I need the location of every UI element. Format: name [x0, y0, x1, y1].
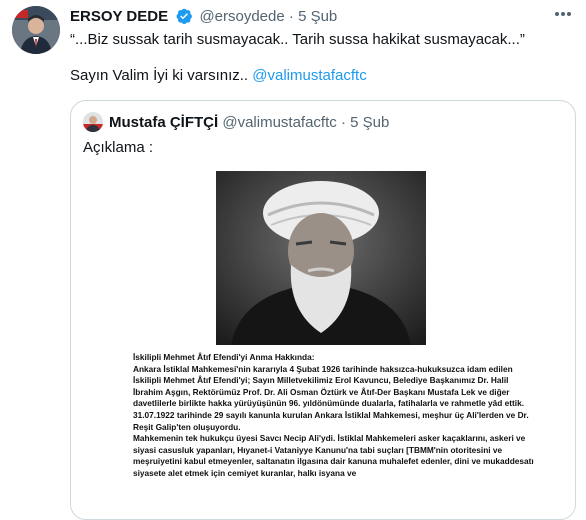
portrait-photo	[216, 171, 426, 345]
quoted-author-name[interactable]: Mustafa ÇİFTÇİ	[109, 114, 218, 131]
author-avatar[interactable]	[12, 6, 60, 54]
quoted-header-separator: ·	[340, 114, 346, 131]
tweet-header: ERSOY DEDE @ersoydede · 5 Şub	[70, 7, 337, 27]
tweet[interactable]: ERSOY DEDE @ersoydede · 5 Şub “...Biz su…	[0, 0, 586, 520]
tweet-text-line-2: Sayın Valim İyi ki varsınız.. @valimusta…	[70, 66, 367, 86]
document-title: İskilipli Mehmet Âtıf Efendi'yi Anma Hak…	[133, 352, 315, 362]
tweet-text-line-1: “...Biz sussak tarih susmayacak.. Tarih …	[70, 31, 525, 48]
quoted-document-image[interactable]: İskilipli Mehmet Âtıf Efendi'yi Anma Hak…	[121, 171, 541, 519]
verified-badge-icon	[175, 7, 193, 25]
quoted-tweet-date[interactable]: 5 Şub	[350, 114, 389, 131]
mention-link[interactable]: @valimustafacftc	[252, 67, 366, 84]
quoted-tweet-header: Mustafa ÇİFTÇİ @valimustafacftc · 5 Şub	[109, 113, 389, 133]
header-separator: ·	[288, 8, 294, 25]
quoted-author-avatar[interactable]	[83, 112, 103, 132]
document-paragraph-2: Mahkemenin tek hukukçu üyesi Savcı Necip…	[133, 433, 534, 478]
quoted-avatar-image	[83, 112, 103, 132]
tweet-text-body: Sayın Valim İyi ki varsınız..	[70, 67, 253, 84]
quoted-tweet-text: Açıklama :	[83, 139, 154, 156]
document-paragraph-1: Ankara İstiklal Mahkemesi'nin kararıyla …	[133, 363, 529, 432]
document-text: İskilipli Mehmet Âtıf Efendi'yi Anma Hak…	[133, 352, 538, 480]
author-avatar-image	[12, 6, 60, 54]
quoted-author-handle[interactable]: @valimustafacftc	[222, 114, 336, 131]
author-name[interactable]: ERSOY DEDE	[70, 8, 168, 25]
quoted-tweet[interactable]: Mustafa ÇİFTÇİ @valimustafacftc · 5 Şub …	[70, 100, 576, 520]
more-options-icon[interactable]	[550, 4, 576, 24]
author-handle[interactable]: @ersoydede	[199, 8, 284, 25]
tweet-date[interactable]: 5 Şub	[298, 8, 337, 25]
